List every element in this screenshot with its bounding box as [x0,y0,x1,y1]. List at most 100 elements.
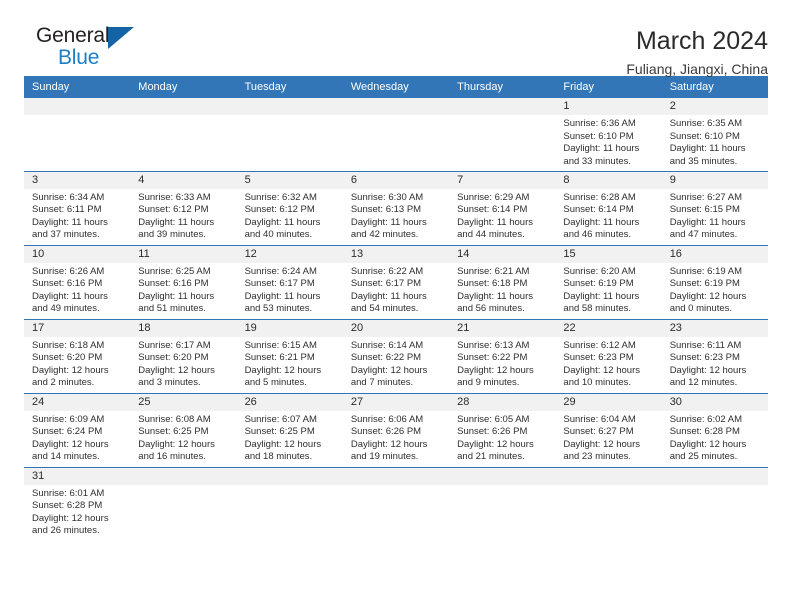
daylight-text-continued: and 3 minutes. [138,377,201,389]
sunrise-text: Sunrise: 6:35 AM [669,118,743,129]
sun-info-block: Sunrise: 6:20 AM Sunset: 6:19 PM Daylight:… [555,263,661,316]
day-cell-inner: 4 Sunrise: 6:33 AM Sunset: 6:12 PM Daylight… [130,171,237,245]
calendar-day-cell[interactable]: 26 Sunrise: 6:07 AM Sunset: 6:25 PM Dayligh… [236,393,343,468]
sun-info-block: Sunrise: 6:26 AM Sunset: 6:16 PM Daylight:… [24,263,130,316]
day-cell-inner: 29 Sunrise: 6:04 AM Sunset: 6:27 PM Dayligh… [555,393,662,467]
daylight-text-continued: and 39 minutes. [138,229,206,241]
calendar-empty-cell [449,98,556,172]
calendar-day-cell[interactable]: 27 Sunrise: 6:06 AM Sunset: 6:26 PM Dayligh… [342,393,450,468]
sunset-text: Sunset: 6:26 PM [350,426,422,438]
day-number [24,98,131,115]
day-cell-inner [130,467,237,542]
calendar-day-cell[interactable]: 4 Sunrise: 6:33 AM Sunset: 6:12 PM Daylight… [130,171,237,246]
day-number: 28 [449,393,556,411]
daylight-text: Daylight: 11 hours [244,290,321,302]
day-number: 7 [449,171,556,189]
daylight-text-continued: and 53 minutes. [244,303,313,315]
calendar-day-cell[interactable]: 18 Sunrise: 6:17 AM Sunset: 6:20 PM Dayligh… [130,319,237,394]
day-cell-inner: 23 Sunrise: 6:11 AM Sunset: 6:23 PM Dayligh… [661,319,768,393]
daylight-text: Daylight: 12 hours [563,364,640,376]
sunrise-text: Sunrise: 6:30 AM [350,191,424,203]
day-number: 16 [661,245,768,263]
calendar-day-cell[interactable]: 6 Sunrise: 6:30 AM Sunset: 6:13 PM Daylight… [342,171,450,246]
calendar-day-cell[interactable]: 14 Sunrise: 6:21 AM Sunset: 6:18 PM Dayligh… [449,245,556,320]
calendar-day-cell[interactable]: 2 Sunrise: 6:35 AM Sunset: 6:10 PM Daylight… [661,98,768,172]
sun-info-block: Sunrise: 6:19 AM Sunset: 6:19 PM Daylight:… [662,263,768,316]
daylight-text: Daylight: 11 hours [563,143,640,155]
day-number: 31 [24,467,131,485]
calendar-day-cell[interactable]: 17 Sunrise: 6:18 AM Sunset: 6:20 PM Dayligh… [24,319,131,394]
calendar-day-cell[interactable]: 19 Sunrise: 6:15 AM Sunset: 6:21 PM Dayligh… [236,319,343,394]
calendar-day-cell[interactable]: 24 Sunrise: 6:09 AM Sunset: 6:24 PM Dayligh… [24,393,131,468]
sunrise-text: Sunrise: 6:05 AM [457,413,530,425]
calendar-day-cell[interactable]: 15 Sunrise: 6:20 AM Sunset: 6:19 PM Dayligh… [555,245,662,320]
sunrise-text: Sunrise: 6:07 AM [244,413,317,425]
calendar-day-cell[interactable]: 20 Sunrise: 6:14 AM Sunset: 6:22 PM Dayligh… [342,319,450,394]
calendar-day-cell[interactable]: 28 Sunrise: 6:05 AM Sunset: 6:26 PM Dayligh… [449,393,556,468]
logo-text-blue: Blue [58,46,100,69]
daylight-text: Daylight: 11 hours [350,216,427,228]
day-number: 22 [555,319,662,337]
sunrise-text: Sunrise: 6:19 AM [669,265,743,277]
daylight-text-continued: and 7 minutes. [350,377,414,389]
calendar-day-cell[interactable]: 22 Sunrise: 6:12 AM Sunset: 6:23 PM Dayligh… [555,319,662,394]
general-blue-logo[interactable]: General Blue [24,24,144,74]
sunrise-text: Sunrise: 6:17 AM [138,339,211,351]
day-number: 3 [24,171,131,189]
sunset-text: Sunset: 6:19 PM [669,278,740,290]
day-cell-inner [449,98,556,171]
calendar-day-cell[interactable]: 1 Sunrise: 6:36 AM Sunset: 6:10 PM Daylight… [555,98,662,172]
daylight-text: Daylight: 12 hours [669,290,747,302]
day-number: 26 [236,393,343,411]
day-number: 1 [555,98,662,115]
calendar-day-cell[interactable]: 23 Sunrise: 6:11 AM Sunset: 6:23 PM Dayligh… [661,319,768,394]
calendar-day-cell[interactable]: 7 Sunrise: 6:29 AM Sunset: 6:14 PM Daylight… [449,171,556,246]
sun-info-block: Sunrise: 6:34 AM Sunset: 6:11 PM Daylight:… [24,189,130,242]
calendar-grid: Sunday Monday Tuesday Wednesday Thursday… [24,76,768,541]
daylight-text-continued: and 40 minutes. [244,229,313,241]
calendar-day-cell[interactable]: 25 Sunrise: 6:08 AM Sunset: 6:25 PM Dayligh… [130,393,237,468]
daylight-text-continued: and 51 minutes. [138,303,206,315]
sunrise-text: Sunrise: 6:36 AM [563,118,636,129]
daylight-text: Daylight: 11 hours [244,216,321,228]
calendar-header-row: Sunday Monday Tuesday Wednesday Thursday… [24,76,768,98]
sunset-text: Sunset: 6:18 PM [457,278,528,290]
day-number [661,467,768,485]
calendar-day-cell[interactable]: 29 Sunrise: 6:04 AM Sunset: 6:27 PM Dayligh… [555,393,662,468]
sunset-text: Sunset: 6:13 PM [350,204,422,216]
day-number [130,467,237,485]
calendar-day-cell[interactable]: 3 Sunrise: 6:34 AM Sunset: 6:11 PM Daylight… [24,171,131,246]
sunrise-text: Sunrise: 6:29 AM [457,191,530,203]
calendar-day-cell[interactable]: 8 Sunrise: 6:28 AM Sunset: 6:14 PM Daylight… [555,171,662,246]
daylight-text-continued: and 19 minutes. [350,451,419,463]
calendar-day-cell[interactable]: 21 Sunrise: 6:13 AM Sunset: 6:22 PM Dayligh… [449,319,556,394]
calendar-day-cell[interactable]: 5 Sunrise: 6:32 AM Sunset: 6:12 PM Daylight… [236,171,343,246]
calendar-empty-cell [342,467,450,541]
calendar-day-cell[interactable]: 11 Sunrise: 6:25 AM Sunset: 6:16 PM Dayligh… [130,245,237,320]
day-number: 20 [342,319,450,337]
daylight-text-continued: and 18 minutes. [244,451,313,463]
daylight-text-continued: and 21 minutes. [457,451,525,463]
calendar-day-cell[interactable]: 10 Sunrise: 6:26 AM Sunset: 6:16 PM Dayligh… [24,245,131,320]
daylight-text: Daylight: 12 hours [244,364,322,376]
day-number: 29 [555,393,662,411]
sunrise-text: Sunrise: 6:12 AM [563,339,636,351]
daylight-text-continued: and 10 minutes. [563,377,632,389]
sun-info-block: Sunrise: 6:36 AM Sunset: 6:10 PM Daylight:… [555,115,661,168]
calendar-day-cell[interactable]: 9 Sunrise: 6:27 AM Sunset: 6:15 PM Daylight… [661,171,768,246]
calendar-day-cell[interactable]: 16 Sunrise: 6:19 AM Sunset: 6:19 PM Dayligh… [661,245,768,320]
sunrise-text: Sunrise: 6:18 AM [32,339,105,351]
daylight-text: Daylight: 12 hours [138,364,215,376]
daylight-text-continued: and 23 minutes. [563,451,632,463]
calendar-day-cell[interactable]: 13 Sunrise: 6:22 AM Sunset: 6:17 PM Dayligh… [342,245,450,320]
sun-info-block: Sunrise: 6:02 AM Sunset: 6:28 PM Daylight:… [662,411,768,464]
calendar-day-cell[interactable]: 31 Sunrise: 6:01 AM Sunset: 6:28 PM Dayligh… [24,467,131,541]
calendar-day-cell[interactable]: 30 Sunrise: 6:02 AM Sunset: 6:28 PM Dayligh… [661,393,768,468]
day-cell-inner: 17 Sunrise: 6:18 AM Sunset: 6:20 PM Dayligh… [24,319,131,393]
day-cell-inner [555,467,662,542]
sun-info-block: Sunrise: 6:35 AM Sunset: 6:10 PM Daylight:… [662,115,768,168]
sunset-text: Sunset: 6:26 PM [457,426,528,438]
weekday-header-tuesday: Tuesday [236,76,343,98]
sunrise-text: Sunrise: 6:33 AM [138,191,211,203]
calendar-day-cell[interactable]: 12 Sunrise: 6:24 AM Sunset: 6:17 PM Dayligh… [236,245,343,320]
